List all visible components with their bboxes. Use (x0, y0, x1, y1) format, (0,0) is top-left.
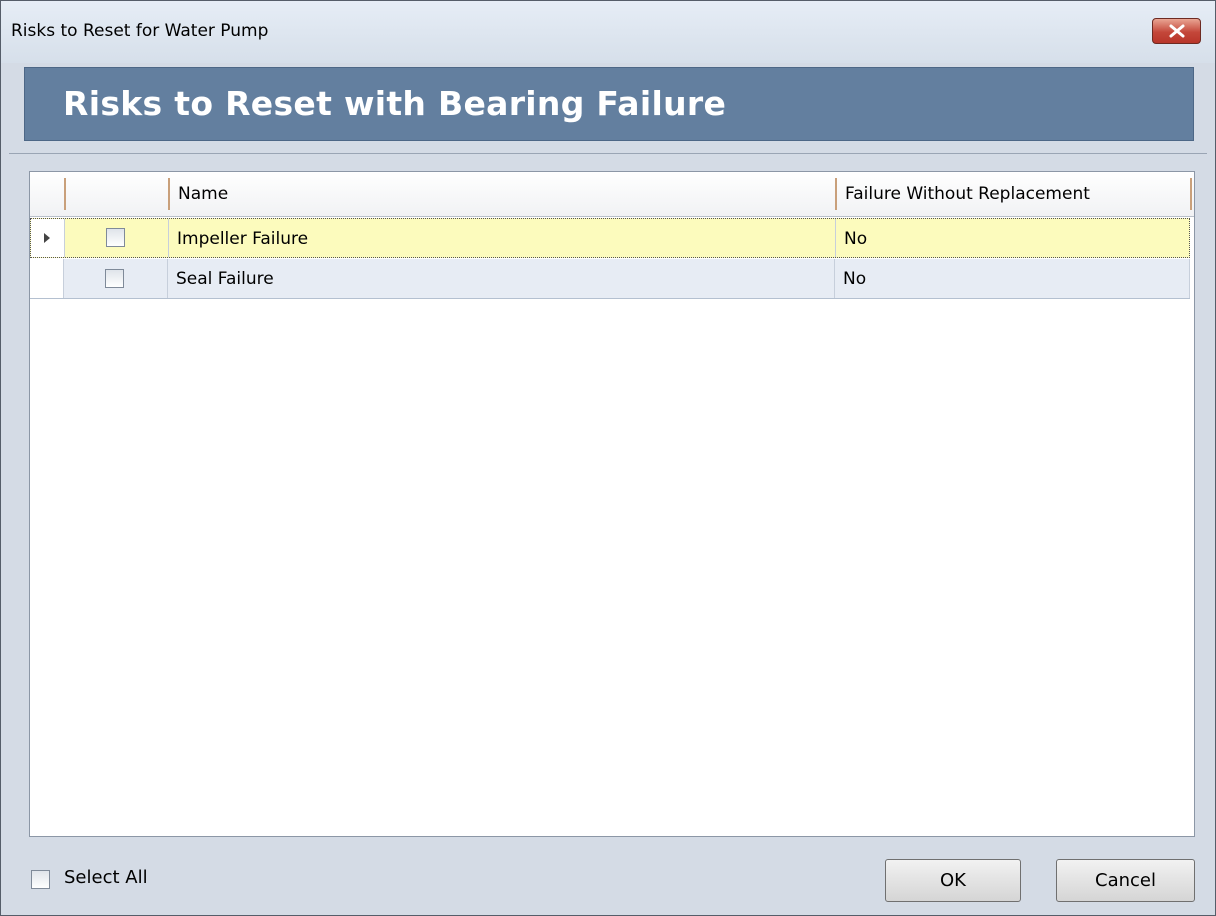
close-button[interactable] (1152, 18, 1201, 44)
column-separator[interactable] (1190, 178, 1192, 210)
cancel-button[interactable]: Cancel (1056, 859, 1195, 902)
risk-name: Seal Failure (176, 269, 274, 289)
row-checkbox[interactable] (106, 228, 125, 247)
failure-without-replacement-value: No (843, 269, 867, 289)
column-separator[interactable] (835, 178, 837, 210)
table-row[interactable]: Seal Failure No (30, 259, 1190, 299)
window-title: Risks to Reset for Water Pump (11, 21, 269, 41)
column-header-failure-without-replacement[interactable]: Failure Without Replacement (845, 184, 1090, 204)
checkbox-cell (65, 219, 169, 257)
risk-name: Impeller Failure (177, 229, 309, 249)
row-selector[interactable] (31, 219, 65, 257)
column-separator[interactable] (168, 178, 170, 210)
name-cell[interactable]: Seal Failure (168, 259, 835, 298)
column-header-name[interactable]: Name (178, 184, 228, 204)
table-row[interactable]: Impeller Failure No (30, 218, 1190, 258)
column-separator[interactable] (64, 178, 66, 210)
banner-title: Risks to Reset with Bearing Failure (63, 84, 727, 123)
name-cell[interactable]: Impeller Failure (169, 219, 836, 257)
content-divider (9, 153, 1207, 154)
row-selector[interactable] (30, 259, 64, 298)
dialog-window: Risks to Reset for Water Pump Risks to R… (0, 0, 1216, 916)
failure-without-replacement-cell[interactable]: No (835, 259, 1190, 298)
header-banner: Risks to Reset with Bearing Failure (24, 67, 1194, 141)
failure-without-replacement-cell[interactable]: No (836, 219, 1191, 257)
ok-button[interactable]: OK (885, 859, 1021, 902)
checkbox-cell (64, 259, 168, 298)
risks-grid[interactable]: Name Failure Without Replacement Impelle… (29, 171, 1195, 837)
close-x-icon (1169, 24, 1184, 38)
grid-header: Name Failure Without Replacement (30, 172, 1194, 217)
row-checkbox[interactable] (105, 269, 124, 288)
select-all-label[interactable]: Select All (64, 867, 148, 888)
title-bar: Risks to Reset for Water Pump (1, 1, 1215, 63)
select-all-checkbox[interactable] (31, 870, 50, 889)
failure-without-replacement-value: No (844, 229, 868, 249)
current-row-arrow-icon (44, 233, 50, 243)
